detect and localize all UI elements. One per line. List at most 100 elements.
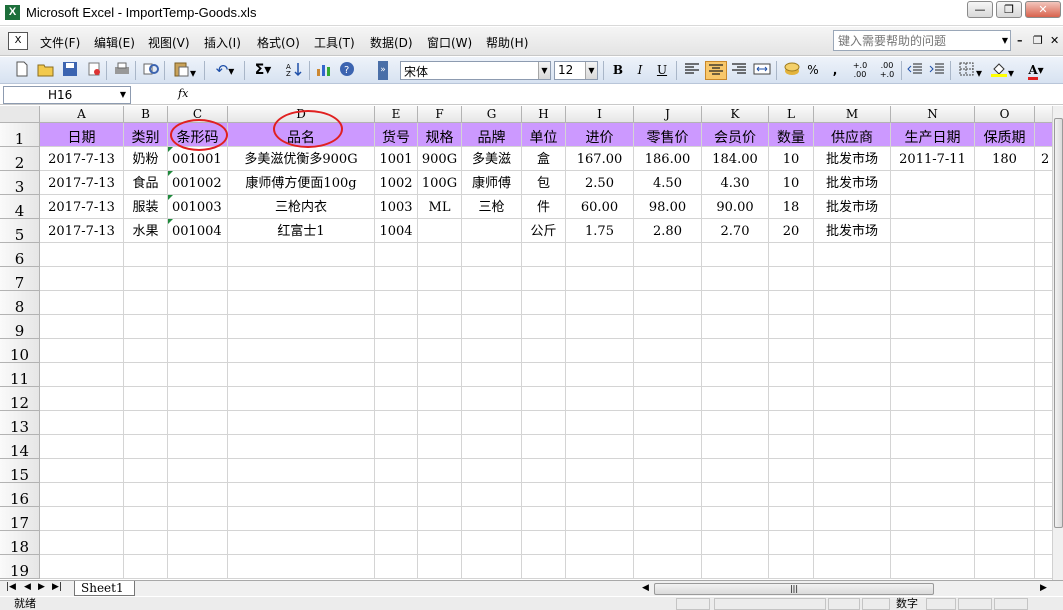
vertical-scrollbar[interactable] <box>1052 106 1063 580</box>
cell[interactable] <box>702 507 769 531</box>
cell[interactable] <box>814 267 891 291</box>
row-header-2[interactable]: 2 <box>0 147 40 172</box>
cell[interactable] <box>228 339 375 363</box>
chevron-down-icon[interactable]: ▼ <box>1002 36 1008 45</box>
cell[interactable] <box>566 459 634 483</box>
cell[interactable] <box>462 291 522 315</box>
header-cell[interactable]: 零售价 <box>634 123 702 147</box>
print-icon[interactable] <box>112 61 132 80</box>
data-cell[interactable]: 多美滋优衡多900G <box>228 147 375 171</box>
header-cell[interactable]: 进价 <box>566 123 634 147</box>
column-header-g[interactable]: G <box>462 106 522 123</box>
save-icon[interactable] <box>60 61 80 80</box>
cell[interactable] <box>522 531 566 555</box>
cell[interactable] <box>814 291 891 315</box>
cell[interactable] <box>634 555 702 579</box>
cell[interactable] <box>168 363 228 387</box>
cell[interactable] <box>522 243 566 267</box>
data-cell[interactable] <box>418 219 462 243</box>
data-cell[interactable] <box>1035 171 1052 195</box>
cell[interactable] <box>634 339 702 363</box>
cell[interactable] <box>522 363 566 387</box>
data-cell[interactable]: 公斤 <box>522 219 566 243</box>
scroll-left-icon[interactable]: ◀ <box>642 583 649 593</box>
cell[interactable] <box>891 363 975 387</box>
data-cell[interactable]: 1003 <box>375 195 418 219</box>
cell[interactable] <box>228 555 375 579</box>
cell[interactable] <box>375 483 418 507</box>
doc-minimize-icon[interactable]: – <box>1017 34 1023 47</box>
autosum-button[interactable]: Σ▾ <box>250 61 276 80</box>
cell[interactable] <box>124 339 168 363</box>
cell[interactable] <box>975 483 1035 507</box>
row-header-10[interactable]: 10 <box>0 339 40 364</box>
cell[interactable] <box>975 459 1035 483</box>
menu-view[interactable]: 视图(V) <box>148 34 190 51</box>
cell[interactable] <box>40 243 124 267</box>
cell[interactable] <box>462 531 522 555</box>
cell[interactable] <box>975 411 1035 435</box>
cell[interactable] <box>522 459 566 483</box>
horizontal-scroll-thumb[interactable]: ||| <box>654 583 934 595</box>
data-cell[interactable]: 2017-7-13 <box>40 171 124 195</box>
cell[interactable] <box>975 555 1035 579</box>
cell[interactable] <box>375 387 418 411</box>
cell[interactable] <box>702 339 769 363</box>
row-header-13[interactable]: 13 <box>0 411 40 436</box>
cell[interactable] <box>814 339 891 363</box>
cell[interactable] <box>168 387 228 411</box>
cell[interactable] <box>634 243 702 267</box>
cell[interactable] <box>634 531 702 555</box>
row-header-14[interactable]: 14 <box>0 435 40 460</box>
cell[interactable] <box>975 291 1035 315</box>
cell[interactable] <box>522 267 566 291</box>
doc-restore-icon[interactable]: ❐ <box>1033 34 1043 47</box>
undo-icon[interactable]: ↶▾ <box>210 61 240 80</box>
cell[interactable] <box>634 387 702 411</box>
cell[interactable] <box>522 507 566 531</box>
header-cell[interactable]: 日期 <box>40 123 124 147</box>
cell[interactable] <box>975 507 1035 531</box>
cell[interactable] <box>975 363 1035 387</box>
cell[interactable] <box>891 411 975 435</box>
cell[interactable] <box>375 459 418 483</box>
cell[interactable] <box>228 411 375 435</box>
cell[interactable] <box>124 507 168 531</box>
cell[interactable] <box>891 483 975 507</box>
menu-insert[interactable]: 插入(I) <box>204 34 241 51</box>
increase-indent-icon[interactable] <box>927 61 947 80</box>
cell[interactable] <box>124 363 168 387</box>
horizontal-scrollbar[interactable]: ◀ ||| ▶ <box>640 582 1052 596</box>
data-cell[interactable]: 4.30 <box>702 171 769 195</box>
cell[interactable] <box>124 435 168 459</box>
cell[interactable] <box>124 315 168 339</box>
column-header-b[interactable]: B <box>124 106 168 123</box>
last-sheet-icon[interactable]: ▶| <box>52 582 62 592</box>
cell[interactable] <box>228 387 375 411</box>
currency-style-icon[interactable] <box>781 61 803 80</box>
data-cell[interactable]: 2011-7-11 <box>891 147 975 171</box>
column-header-k[interactable]: K <box>702 106 769 123</box>
data-cell[interactable] <box>462 219 522 243</box>
cell[interactable] <box>124 411 168 435</box>
next-sheet-icon[interactable]: ▶ <box>38 582 45 592</box>
row-header-17[interactable]: 17 <box>0 507 40 532</box>
data-cell[interactable] <box>1035 459 1052 483</box>
name-box[interactable]: H16 ▼ <box>3 86 131 104</box>
data-cell[interactable]: 900G <box>418 147 462 171</box>
column-header-n[interactable]: N <box>891 106 975 123</box>
cell[interactable] <box>634 435 702 459</box>
data-cell[interactable] <box>1035 363 1052 387</box>
cell[interactable] <box>462 483 522 507</box>
data-cell[interactable]: 盒 <box>522 147 566 171</box>
column-header-e[interactable]: E <box>375 106 418 123</box>
cell[interactable] <box>769 243 814 267</box>
data-cell[interactable]: 1.75 <box>566 219 634 243</box>
data-cell[interactable]: 批发市场 <box>814 171 891 195</box>
data-cell[interactable] <box>1035 267 1052 291</box>
data-cell[interactable] <box>1035 507 1052 531</box>
row-header-12[interactable]: 12 <box>0 387 40 412</box>
cell[interactable] <box>566 267 634 291</box>
row-header-18[interactable]: 18 <box>0 531 40 556</box>
cell[interactable] <box>462 435 522 459</box>
